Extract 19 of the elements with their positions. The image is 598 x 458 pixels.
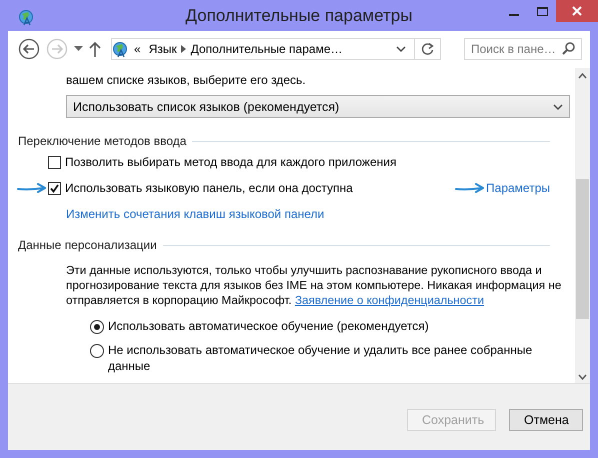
- checkbox-label[interactable]: Позволить выбирать метод ввода для каждого приложения: [65, 155, 396, 169]
- radio-label[interactable]: Использовать автоматическое обучение (рекомендуется): [108, 318, 429, 334]
- overflow-chevron[interactable]: «: [128, 42, 145, 56]
- shortcut-link[interactable]: Изменить сочетания клавиш языковой панели: [66, 207, 324, 221]
- privacy-link[interactable]: Заявление о конфиденциальности: [294, 294, 484, 307]
- breadcrumb[interactable]: Дополнительные параме…: [186, 42, 347, 56]
- radio-label[interactable]: Не использовать автоматическое обучение и удалить все ранее собранные данные: [108, 342, 563, 374]
- section-heading: Данные персонализации: [18, 237, 157, 253]
- description-text: вашем списке языков, выберите его здесь.: [65, 72, 307, 88]
- window-title: Дополнительные параметры: [186, 6, 412, 26]
- checkbox-label[interactable]: Использовать языковую панель, если она доступна: [65, 181, 353, 195]
- cancel-button[interactable]: Отмена: [509, 409, 583, 431]
- search-field[interactable]: Поиск в пане…: [464, 38, 582, 60]
- address-bar[interactable]: « Язык Дополнительные параме…: [111, 38, 441, 60]
- description-text: Эти данные используются, только чтобы улучшить распознавание рукописного ввода и прогнозирование текста для языков без IME на этом компьютере. Никакая информация не отправляется в корпорацию Майкрософт. Заявление о конфиденциальности: [65, 263, 562, 308]
- section-heading: Переключение методов ввода: [18, 133, 186, 149]
- breadcrumb[interactable]: Язык: [144, 42, 181, 56]
- settings-link[interactable]: Параметры: [486, 181, 550, 195]
- language-list-dropdown[interactable]: Использовать список языков (рекомендуется): [66, 95, 570, 118]
